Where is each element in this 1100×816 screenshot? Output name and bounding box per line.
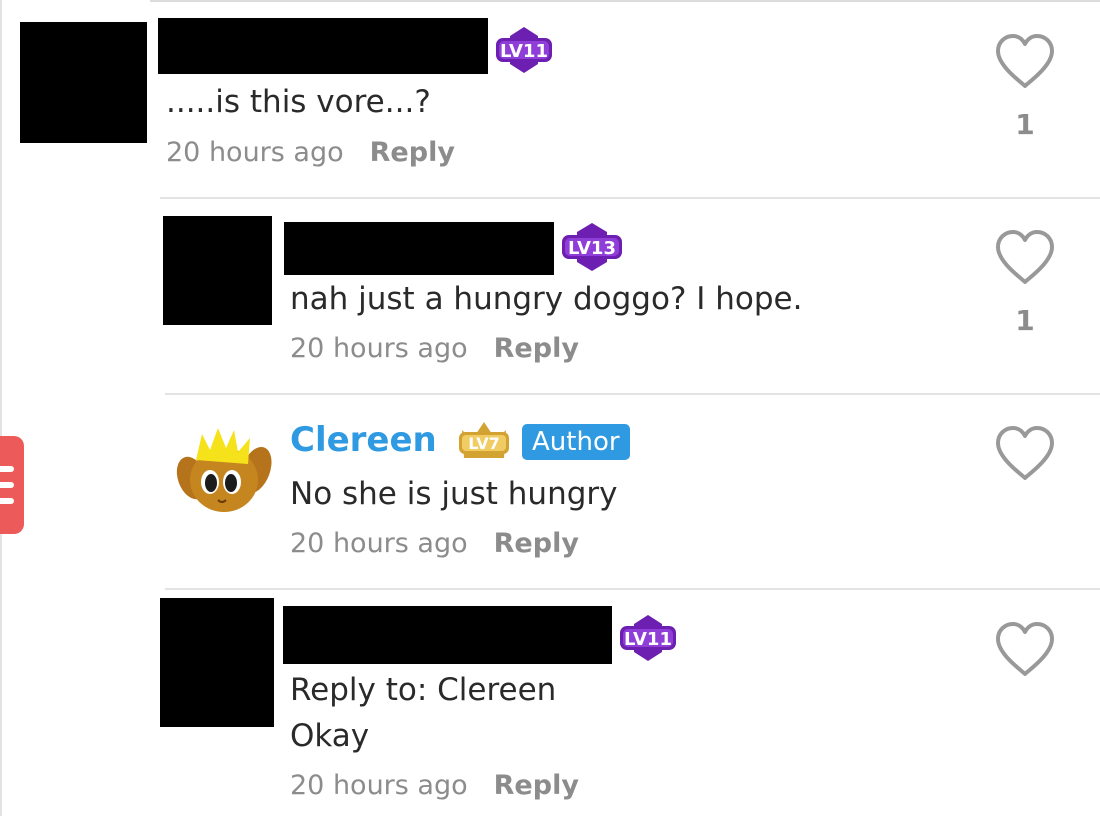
timestamp: 20 hours ago [290,528,468,559]
comment-meta: 20 hours ago Reply [166,137,455,168]
heart-outline-icon[interactable] [993,424,1057,482]
comment-meta: 20 hours ago Reply [290,333,579,364]
avatar[interactable] [176,420,272,516]
level-badge-icon: LV11 [496,27,552,73]
reply-to-label: Reply to: Clereen [290,672,557,708]
comment-meta: 20 hours ago Reply [290,528,579,559]
level-badge-icon: LV7 [459,422,509,458]
svg-text:LV13: LV13 [568,238,616,259]
reply-button[interactable]: Reply [494,528,579,559]
heart-outline-icon[interactable] [993,32,1057,90]
username-redacted[interactable] [283,606,612,664]
author-badge: Author [522,424,630,460]
svg-text:LV11: LV11 [624,629,672,650]
svg-text:LV11: LV11 [500,41,548,62]
timestamp: 20 hours ago [290,770,468,801]
divider [165,588,1100,590]
timestamp: 20 hours ago [290,333,468,364]
username-redacted[interactable] [158,18,488,74]
comment-text: No she is just hungry [290,476,618,512]
like-count: 1 [1015,304,1035,337]
username[interactable]: Clereen [290,420,437,460]
divider [165,393,1100,395]
side-menu-tab[interactable] [0,436,24,534]
comment-text: Okay [290,718,370,754]
reply-button[interactable]: Reply [494,333,579,364]
comment-text: nah just a hungry doggo? I hope. [290,281,803,317]
top-divider [150,0,1100,2]
comment-meta: 20 hours ago Reply [290,770,579,801]
menu-lines-icon [0,498,14,504]
comments-page: LV11 .....is this vore...? 20 hours ago R… [0,0,1100,816]
timestamp: 20 hours ago [166,137,344,168]
like-count: 1 [1015,108,1035,141]
level-badge-icon: LV13 [562,223,622,271]
avatar[interactable] [20,22,147,143]
menu-lines-icon [0,482,14,488]
username-redacted[interactable] [284,222,554,275]
avatar[interactable] [163,216,272,325]
reply-button[interactable]: Reply [370,137,455,168]
heart-outline-icon[interactable] [993,620,1057,678]
level-badge-icon: LV11 [620,615,676,661]
left-border [0,0,2,816]
svg-text:LV7: LV7 [468,434,500,453]
reply-button[interactable]: Reply [494,770,579,801]
heart-outline-icon[interactable] [993,228,1057,286]
avatar[interactable] [160,598,274,727]
menu-lines-icon [0,466,14,472]
divider [160,197,1100,199]
comment-text: .....is this vore...? [166,84,431,120]
